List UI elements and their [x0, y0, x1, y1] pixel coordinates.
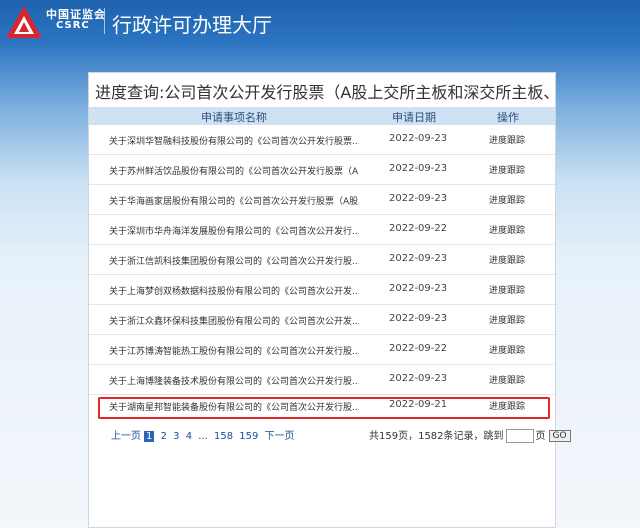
application-name[interactable]: 关于深圳华智融科技股份有限公司的《公司首次公开发行股票... — [109, 134, 359, 147]
jump-page-input[interactable] — [505, 429, 534, 443]
page-ellipsis: ... — [198, 431, 208, 442]
table-row: 关于上海梦创双杨数据科技股份有限公司的《公司首次公开发... 2022-09-2… — [89, 275, 555, 305]
record-summary: 共159页，1582条记录，跳到 — [369, 431, 504, 442]
progress-track-link[interactable]: 进度跟踪 — [489, 283, 525, 296]
progress-track-link[interactable]: 进度跟踪 — [489, 163, 525, 176]
pagination-summary: 共159页，1582条记录，跳到 页 GO — [369, 427, 571, 443]
application-name[interactable]: 关于湖南星邦智能装备股份有限公司的《公司首次公开发行股... — [109, 400, 359, 413]
progress-track-link[interactable]: 进度跟踪 — [489, 343, 525, 356]
table-row: 关于苏州鲜活饮品股份有限公司的《公司首次公开发行股票（A... 2022-09-… — [89, 155, 555, 185]
page-title: 进度查询:公司首次公开发行股票（A股上交所主板和深交所主板、B... — [95, 83, 551, 102]
application-date: 2022-09-23 — [389, 313, 448, 324]
application-name[interactable]: 关于浙江信凯科技集团股份有限公司的《公司首次公开发行股... — [109, 254, 359, 267]
table-row: 关于浙江众鑫环保科技集团股份有限公司的《公司首次公开发... 2022-09-2… — [89, 305, 555, 335]
progress-track-link[interactable]: 进度跟踪 — [489, 253, 525, 266]
column-header-date: 申请日期 — [392, 111, 436, 124]
application-name[interactable]: 关于江苏博涛智能热工股份有限公司的《公司首次公开发行股... — [109, 344, 359, 357]
next-page-link[interactable]: 下一页 — [265, 431, 295, 442]
table-row: 关于浙江信凯科技集团股份有限公司的《公司首次公开发行股... 2022-09-2… — [89, 245, 555, 275]
application-name[interactable]: 关于上海博隆装备技术股份有限公司的《公司首次公开发行股... — [109, 374, 359, 387]
table-row: 关于上海博隆装备技术股份有限公司的《公司首次公开发行股... 2022-09-2… — [89, 365, 555, 395]
progress-query-panel: 进度查询:公司首次公开发行股票（A股上交所主板和深交所主板、B... 申请事项名… — [88, 72, 571, 528]
current-page: 1 — [144, 431, 155, 442]
progress-track-link[interactable]: 进度跟踪 — [489, 373, 525, 386]
page-link[interactable]: 3 — [173, 431, 179, 442]
application-name[interactable]: 关于苏州鲜活饮品股份有限公司的《公司首次公开发行股票（A... — [109, 164, 359, 177]
header-divider — [104, 8, 105, 34]
application-date: 2022-09-23 — [389, 193, 448, 204]
column-header-action: 操作 — [497, 111, 519, 124]
table-row-highlighted: 关于湖南星邦智能装备股份有限公司的《公司首次公开发行股... 2022-09-2… — [89, 395, 555, 424]
progress-track-link[interactable]: 进度跟踪 — [489, 399, 525, 412]
table-header: 申请事项名称 申请日期 操作 — [89, 107, 555, 125]
progress-track-link[interactable]: 进度跟踪 — [489, 223, 525, 236]
table-row: 关于江苏博涛智能热工股份有限公司的《公司首次公开发行股... 2022-09-2… — [89, 335, 555, 365]
application-date: 2022-09-23 — [389, 283, 448, 294]
csrc-logo-icon — [6, 6, 42, 38]
progress-track-link[interactable]: 进度跟踪 — [489, 313, 525, 326]
go-button[interactable]: GO — [548, 430, 571, 442]
site-title: 行政许可办理大厅 — [112, 13, 272, 37]
application-date: 2022-09-21 — [389, 399, 448, 410]
application-date: 2022-09-23 — [389, 163, 448, 174]
application-name[interactable]: 关于浙江众鑫环保科技集团股份有限公司的《公司首次公开发... — [109, 314, 359, 327]
page-link[interactable]: 159 — [239, 431, 258, 442]
table-row: 关于华海画家居股份有限公司的《公司首次公开发行股票（A股... 2022-09-… — [89, 185, 555, 215]
application-table: 申请事项名称 申请日期 操作 关于深圳华智融科技股份有限公司的《公司首次公开发行… — [89, 107, 555, 424]
page-link[interactable]: 4 — [186, 431, 192, 442]
application-date: 2022-09-23 — [389, 133, 448, 144]
prev-page-link[interactable]: 上一页 — [111, 431, 141, 442]
application-name[interactable]: 关于上海梦创双杨数据科技股份有限公司的《公司首次公开发... — [109, 284, 359, 297]
column-header-name: 申请事项名称 — [201, 111, 267, 124]
application-date: 2022-09-22 — [389, 343, 448, 354]
header-bar: 中国证监会 CSRC 行政许可办理大厅 — [0, 0, 640, 44]
application-date: 2022-09-23 — [389, 373, 448, 384]
page-link[interactable]: 158 — [214, 431, 233, 442]
page-suffix: 页 — [535, 431, 546, 442]
progress-track-link[interactable]: 进度跟踪 — [489, 133, 525, 146]
application-name[interactable]: 关于华海画家居股份有限公司的《公司首次公开发行股票（A股... — [109, 194, 359, 207]
progress-track-link[interactable]: 进度跟踪 — [489, 193, 525, 206]
pagination: 上一页 1 2 3 4 ... 158 159 下一页 — [111, 427, 298, 442]
brand-name-en: CSRC — [56, 20, 90, 31]
table-row: 关于深圳华智融科技股份有限公司的《公司首次公开发行股票... 2022-09-2… — [89, 125, 555, 155]
page-link[interactable]: 2 — [161, 431, 167, 442]
application-date: 2022-09-23 — [389, 253, 448, 264]
application-date: 2022-09-22 — [389, 223, 448, 234]
application-name[interactable]: 关于深圳市华舟海洋发展股份有限公司的《公司首次公开发行... — [109, 224, 359, 237]
table-row: 关于深圳市华舟海洋发展股份有限公司的《公司首次公开发行... 2022-09-2… — [89, 215, 555, 245]
